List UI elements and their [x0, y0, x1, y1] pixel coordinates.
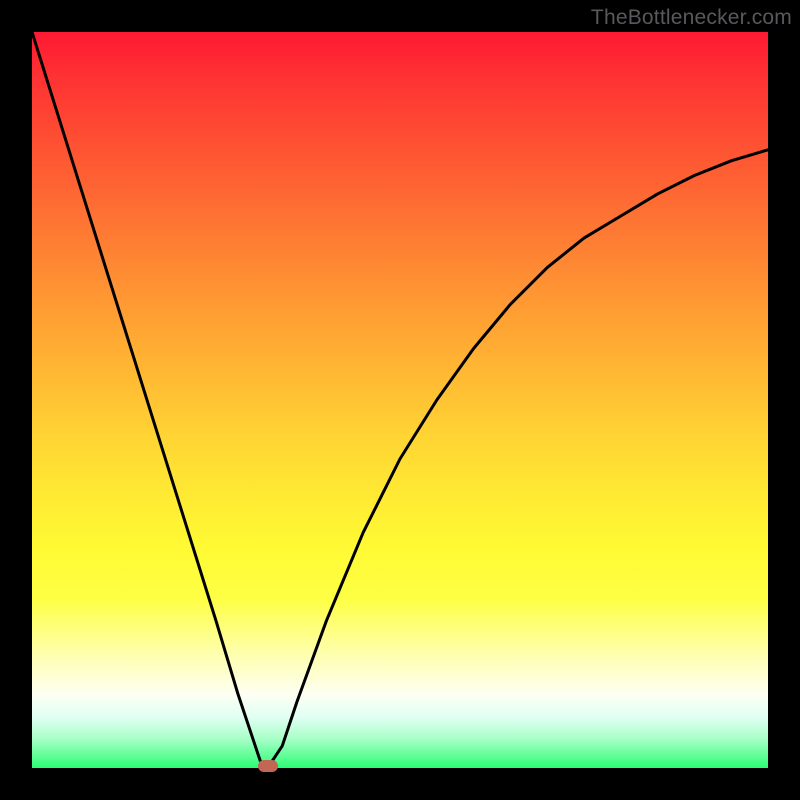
chart-frame: TheBottlenecker.com — [0, 0, 800, 800]
attribution-text: TheBottlenecker.com — [591, 6, 792, 30]
bottleneck-curve — [32, 32, 768, 768]
optimal-point-marker — [258, 760, 278, 772]
plot-area — [32, 32, 768, 768]
